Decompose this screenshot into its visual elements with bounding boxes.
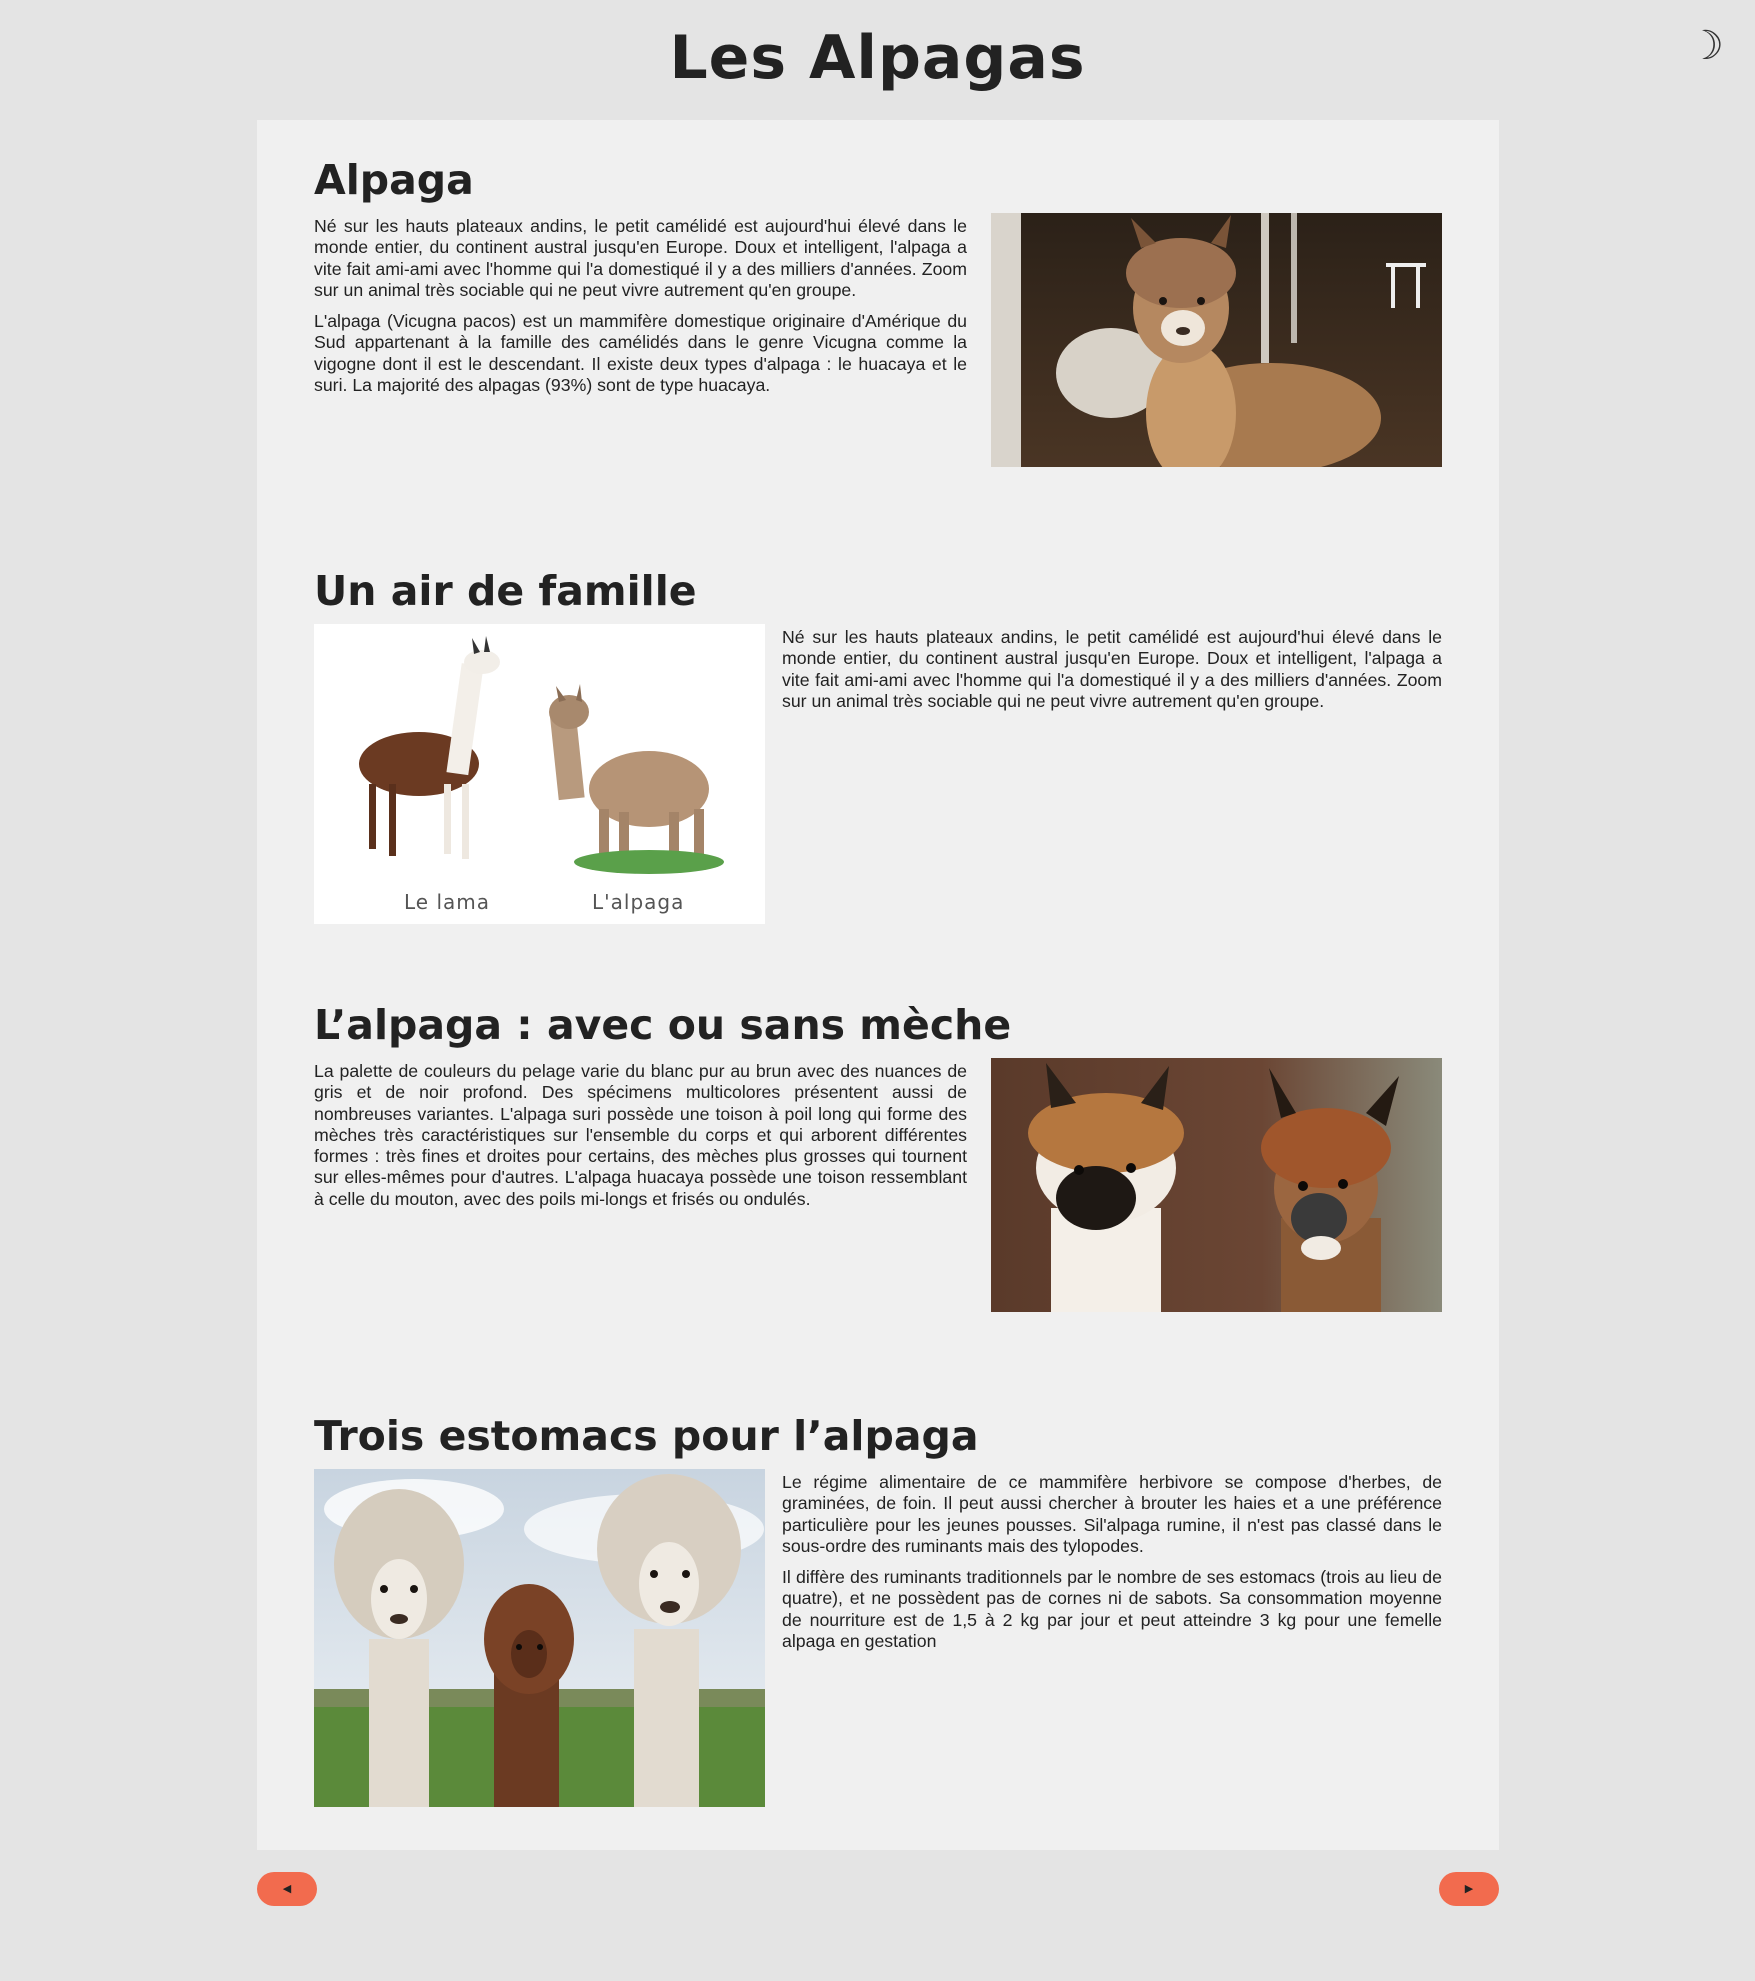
alpaca-caption: L'alpaga bbox=[592, 890, 684, 914]
paragraph: Né sur les hauts plateaux andins, le pet… bbox=[782, 627, 1442, 711]
prev-page-button[interactable]: ◀ bbox=[257, 1872, 317, 1906]
paragraph: Le régime alimentaire de ce mammifère he… bbox=[782, 1472, 1442, 1556]
section-title: Un air de famille bbox=[314, 567, 697, 615]
paragraph: Né sur les hauts plateaux andins, le pet… bbox=[314, 216, 967, 300]
paragraph: L'alpaga (Vicugna pacos) est un mammifèr… bbox=[314, 311, 967, 396]
arrow-left-icon: ◀ bbox=[282, 1882, 292, 1895]
section-text: Né sur les hauts plateaux andins, le pet… bbox=[314, 216, 967, 406]
alpaca-portrait-photo bbox=[991, 213, 1442, 467]
section-text: La palette de couleurs du pelage varie d… bbox=[314, 1061, 967, 1220]
three-alpacas-photo bbox=[314, 1469, 765, 1807]
section-air-de-famille: Un air de famille Le lama L'alpaga Né su… bbox=[314, 565, 1442, 924]
section-text: Né sur les hauts plateaux andins, le pet… bbox=[782, 627, 1442, 722]
section-title: L’alpaga : avec ou sans mèche bbox=[314, 1001, 1012, 1049]
section-avec-ou-sans-meche: L’alpaga : avec ou sans mèche La palette… bbox=[314, 999, 1442, 1312]
page-title: Les Alpagas bbox=[669, 23, 1086, 93]
next-page-button[interactable]: ▶ bbox=[1439, 1872, 1499, 1906]
section-title: Alpaga bbox=[314, 156, 474, 204]
arrow-right-icon: ▶ bbox=[1464, 1882, 1474, 1895]
dark-mode-moon-icon[interactable]: ☽ bbox=[1688, 22, 1724, 70]
section-trois-estomacs: Trois estomacs pour l’alpaga Le régime a… bbox=[314, 1410, 1442, 1807]
content-card: Alpaga Né sur les hauts plateaux andins,… bbox=[257, 120, 1499, 1850]
llama-vs-alpaca-photo: Le lama L'alpaga bbox=[314, 624, 765, 924]
two-alpaca-heads-photo bbox=[991, 1058, 1442, 1312]
section-alpaga: Alpaga Né sur les hauts plateaux andins,… bbox=[314, 154, 1442, 467]
paragraph: La palette de couleurs du pelage varie d… bbox=[314, 1061, 967, 1209]
section-text: Le régime alimentaire de ce mammifère he… bbox=[782, 1472, 1442, 1662]
llama-caption: Le lama bbox=[404, 890, 490, 914]
paragraph: Il diffère des ruminants traditionnels p… bbox=[782, 1567, 1442, 1652]
section-title: Trois estomacs pour l’alpaga bbox=[314, 1412, 979, 1460]
